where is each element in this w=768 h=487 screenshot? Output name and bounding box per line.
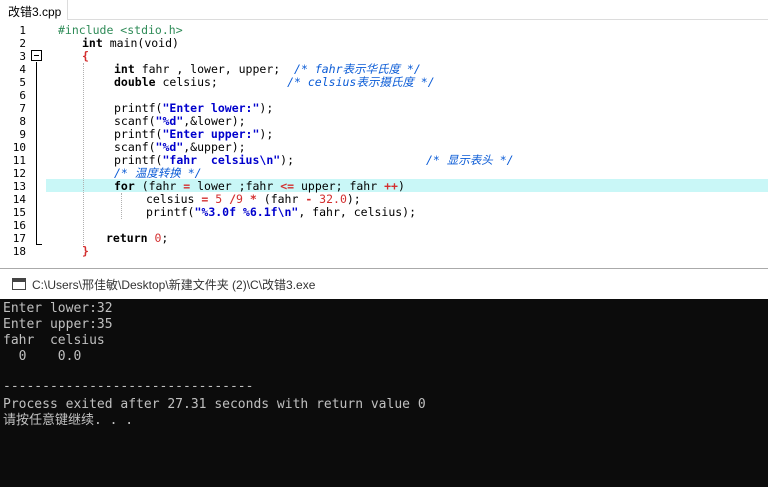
console-line: Enter upper:35 xyxy=(3,317,113,332)
number-literal: 32.0 xyxy=(312,192,347,206)
brace-close: } xyxy=(82,244,89,258)
code-text: celsius; xyxy=(155,75,218,89)
keyword: int xyxy=(82,36,103,50)
line-number: 16 xyxy=(12,219,26,232)
code-line-5: double celsius; /* celsius表示摄氏度 */ xyxy=(114,76,435,89)
line-number: 6 xyxy=(19,89,26,102)
line-gutter: 1 2 3 4 5 6 7 8 9 10 11 12 13 14 15 16 1… xyxy=(0,20,46,264)
line-number: 18 xyxy=(12,245,26,258)
console-line: 0 0.0 xyxy=(3,349,82,364)
code-text: ); xyxy=(259,101,274,115)
string-literal: "fahr celsius\n" xyxy=(162,153,281,167)
code-text: celsius xyxy=(146,192,202,206)
console-line: Process exited after 27.31 seconds with … xyxy=(3,397,426,412)
line-number: 5 xyxy=(19,76,26,89)
code-comment: /* 温度转换 */ xyxy=(114,166,202,180)
code-text: printf( xyxy=(114,101,163,115)
line-number: 4 xyxy=(19,63,26,76)
number-literal: 9 xyxy=(236,192,250,206)
string-literal: "Enter lower:" xyxy=(162,101,260,115)
code-text: (fahr xyxy=(134,179,184,193)
line-number: 1 xyxy=(19,24,26,37)
line-number: 17 xyxy=(12,232,26,245)
console-title-bar[interactable]: C:\Users\邢佳敏\Desktop\新建文件夹 (2)\C\改错3.exe xyxy=(0,269,768,299)
code-line-2: int main(void) xyxy=(82,37,179,50)
code-text: printf( xyxy=(114,127,163,141)
code-text: ) xyxy=(397,179,405,193)
brace-open: { xyxy=(82,49,89,63)
console-window-icon xyxy=(12,278,26,290)
code-text: fahr , lower, upper; xyxy=(134,62,281,76)
code-text: (fahr xyxy=(256,192,306,206)
code-text: scanf( xyxy=(114,114,156,128)
code-editor[interactable]: 1 2 3 4 5 6 7 8 9 10 11 12 13 14 15 16 1… xyxy=(0,20,768,264)
line-number: 9 xyxy=(19,128,26,141)
line-number: 7 xyxy=(19,102,26,115)
code-line-3: { xyxy=(82,50,89,63)
console-separator: -------------------------------- xyxy=(3,379,254,394)
string-literal: "%d" xyxy=(155,114,184,128)
number-literal: 0 xyxy=(147,231,162,245)
operator: / xyxy=(229,192,237,206)
code-text: upper; fahr xyxy=(294,179,385,193)
console-line: 请按任意键继续. . . xyxy=(3,413,134,428)
preprocessor-directive: #include <stdio.h> xyxy=(58,23,183,37)
line-number: 11 xyxy=(12,154,26,167)
line-number: 3 xyxy=(19,50,26,63)
console-title: C:\Users\邢佳敏\Desktop\新建文件夹 (2)\C\改错3.exe xyxy=(32,278,316,292)
code-comment: /* 显示表头 */ xyxy=(426,153,514,167)
code-text: main(void) xyxy=(102,36,179,50)
code-text: ); xyxy=(280,153,295,167)
code-text: ,&lower); xyxy=(183,114,246,128)
string-literal: "%d" xyxy=(155,140,184,154)
string-literal: "%3.0f %6.1f\n" xyxy=(194,205,299,219)
code-text: , fahr, celsius); xyxy=(298,205,417,219)
fold-end-marker xyxy=(36,244,42,245)
code-text: ); xyxy=(346,192,361,206)
number-literal: 5 xyxy=(208,192,230,206)
code-text: ); xyxy=(259,127,274,141)
code-text: printf( xyxy=(114,153,163,167)
keyword: for xyxy=(114,179,135,193)
console-output[interactable]: Enter lower:32 Enter upper:35 fahr celsi… xyxy=(0,299,768,487)
keyword: int xyxy=(114,62,135,76)
code-text: printf( xyxy=(146,205,195,219)
code-text: ,&upper); xyxy=(183,140,246,154)
line-number: 14 xyxy=(12,193,26,206)
code-comment: /* fahr表示华氏度 */ xyxy=(294,62,421,76)
line-number: 10 xyxy=(12,141,26,154)
string-literal: "Enter upper:" xyxy=(162,127,260,141)
fold-range-line xyxy=(36,62,37,244)
code-line-17: return 0; xyxy=(106,232,168,245)
line-number: 13 xyxy=(12,180,26,193)
line-number: 12 xyxy=(12,167,26,180)
line-number: 15 xyxy=(12,206,26,219)
code-text: lower ;fahr xyxy=(190,179,281,193)
line-number: 2 xyxy=(19,37,26,50)
console-line: fahr celsius xyxy=(3,333,105,348)
operator: <= xyxy=(280,179,295,193)
code-text: ; xyxy=(161,231,169,245)
keyword: return xyxy=(106,231,148,245)
operator: * xyxy=(249,192,257,206)
code-comment: /* celsius表示摄氏度 */ xyxy=(287,75,435,89)
operator: ++ xyxy=(384,179,398,193)
code-line-18: } xyxy=(82,245,89,258)
indent-guide xyxy=(121,193,122,219)
code-line-11-comment: /* 显示表头 */ xyxy=(426,154,514,167)
console-line: Enter lower:32 xyxy=(3,301,113,316)
fold-collapse-icon[interactable] xyxy=(31,50,42,61)
editor-tab-bar: 改错3.cpp xyxy=(0,0,768,20)
code-line-15: printf("%3.0f %6.1f\n", fahr, celsius); xyxy=(146,206,416,219)
tab-file[interactable]: 改错3.cpp xyxy=(0,0,68,20)
code-text: scanf( xyxy=(114,140,156,154)
console-window[interactable]: C:\Users\邢佳敏\Desktop\新建文件夹 (2)\C\改错3.exe… xyxy=(0,268,768,487)
indent-guide xyxy=(83,63,84,245)
line-number: 8 xyxy=(19,115,26,128)
keyword: double xyxy=(114,75,156,89)
